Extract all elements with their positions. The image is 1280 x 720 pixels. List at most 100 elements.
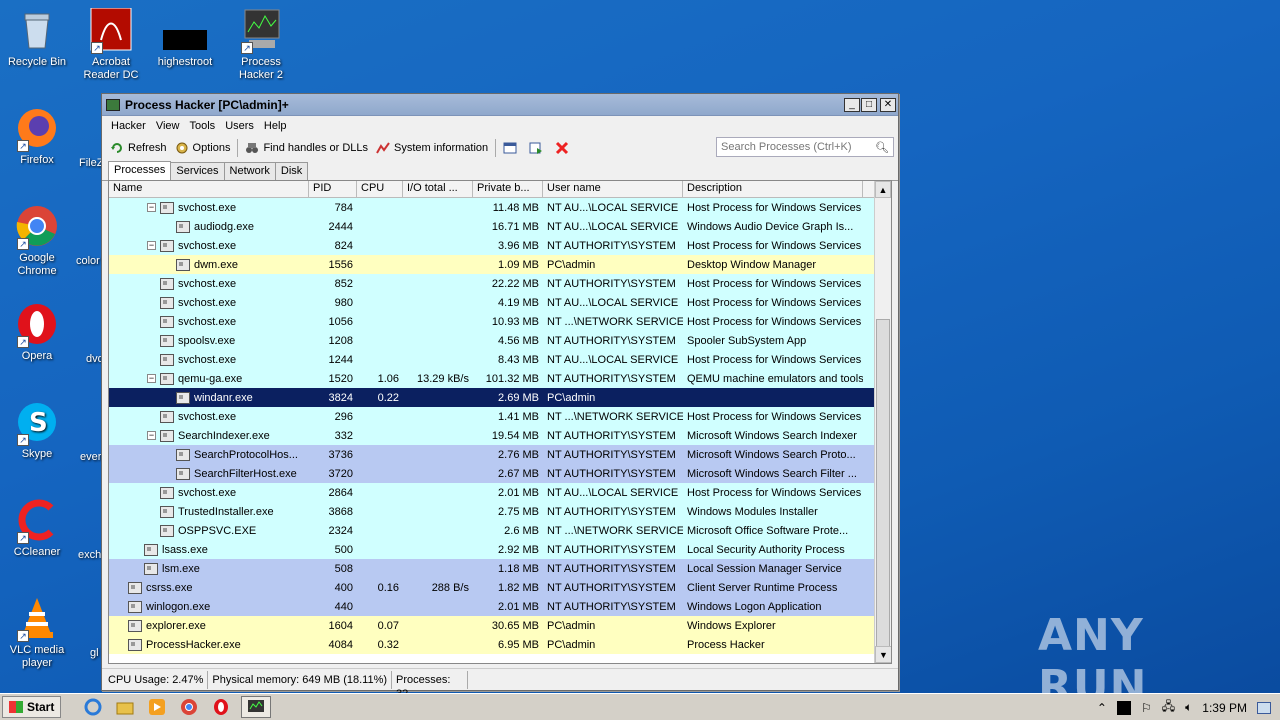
private-bytes-cell: 2.01 MB bbox=[498, 486, 539, 499]
menu-view[interactable]: View bbox=[151, 120, 185, 132]
find-window-button[interactable] bbox=[525, 137, 551, 159]
process-name-cell: − qemu-ga.exe bbox=[109, 372, 309, 385]
table-row[interactable]: − SearchIndexer.exe 332 19.54 MB NT AUTHORIT… bbox=[109, 426, 891, 445]
scrollbar-thumb[interactable] bbox=[876, 319, 890, 647]
desktop-icon-process-hacker[interactable]: ↗ Process Hacker 2 bbox=[224, 8, 298, 82]
tab-network[interactable]: Network bbox=[223, 162, 276, 180]
clock[interactable]: 1:39 PM bbox=[1202, 701, 1247, 715]
table-row[interactable]: svchost.exe 296 1.41 MB NT ...\NETWORK SERV… bbox=[109, 407, 891, 426]
table-row[interactable]: winlogon.exe 440 2.01 MB NT AUTHORITY\SYSTE… bbox=[109, 597, 891, 616]
volume-icon[interactable]: 🔈︎ bbox=[1185, 700, 1192, 715]
maximize-button[interactable]: □ bbox=[861, 97, 877, 112]
tray-expand-icon[interactable]: ⌃ bbox=[1097, 701, 1107, 715]
table-row[interactable]: csrss.exe 400 0.16 288 B/s 1.82 MB NT AUTHORI… bbox=[109, 578, 891, 597]
process-icon bbox=[160, 372, 174, 385]
desktop-icon-opera[interactable]: ↗ Opera bbox=[0, 302, 74, 363]
tray-black-icon[interactable] bbox=[1116, 700, 1131, 715]
table-row[interactable]: dwm.exe 1556 1.09 MB PC\admin Desktop Window… bbox=[109, 255, 891, 274]
start-button[interactable]: Start bbox=[2, 696, 62, 718]
find-window-icon bbox=[529, 141, 543, 155]
tab-services[interactable]: Services bbox=[170, 162, 225, 180]
table-row[interactable]: OSPPSVC.EXE 2324 2.6 MB NT ...\NETWORK SERV… bbox=[109, 521, 891, 540]
menu-tools[interactable]: Tools bbox=[185, 120, 221, 132]
table-row[interactable]: windanr.exe 3824 0.22 2.69 MB PC\admin bbox=[109, 388, 891, 407]
pid-cell: 2324 bbox=[328, 524, 353, 537]
desktop-icon-chrome[interactable]: ↗ Google Chrome bbox=[0, 204, 74, 278]
column-header-name[interactable]: Name bbox=[109, 181, 309, 197]
desktop-icon-highestroot[interactable]: highestroot bbox=[148, 8, 222, 69]
refresh-button[interactable]: Refresh bbox=[106, 137, 171, 159]
column-header-cpu[interactable]: CPU bbox=[357, 181, 403, 197]
expand-collapse-icon[interactable]: − bbox=[147, 431, 156, 440]
expand-collapse-icon[interactable]: − bbox=[147, 203, 156, 212]
opera-taskbar-icon[interactable] bbox=[209, 696, 233, 718]
table-row[interactable]: − svchost.exe 824 3.96 MB NT AUTHORITY\SYSTE… bbox=[109, 236, 891, 255]
desktop-icon-recycle-bin[interactable]: Recycle Bin bbox=[0, 8, 74, 69]
scroll-down-arrow-icon[interactable]: ▼ bbox=[875, 646, 891, 663]
expand-collapse-icon[interactable]: − bbox=[147, 374, 156, 383]
expand-collapse-icon[interactable]: − bbox=[147, 241, 156, 250]
table-row[interactable]: lsm.exe 508 1.18 MB NT AUTHORITY\SYSTEM Loca… bbox=[109, 559, 891, 578]
user-name-cell: NT AU...\LOCAL SERVICE bbox=[547, 353, 679, 366]
tab-processes[interactable]: Processes bbox=[108, 161, 172, 181]
process-name-cell: audiodg.exe bbox=[109, 220, 309, 233]
table-row[interactable]: SearchFilterHost.exe 3720 2.67 MB NT AUTHOR… bbox=[109, 464, 891, 483]
title-bar[interactable]: Process Hacker [PC\admin]+ _ □ ✕ bbox=[102, 94, 898, 116]
process-name: audiodg.exe bbox=[194, 220, 254, 233]
close-button[interactable]: ✕ bbox=[880, 97, 896, 112]
window-icon-button[interactable] bbox=[499, 137, 525, 159]
find-handles-button[interactable]: Find handles or DLLs bbox=[241, 137, 372, 159]
desktop-icon-skype[interactable]: S ↗ Skype bbox=[0, 400, 74, 461]
table-row[interactable]: svchost.exe 852 22.22 MB NT AUTHORITY\SYSTE… bbox=[109, 274, 891, 293]
column-header-user-name[interactable]: User name bbox=[543, 181, 683, 197]
tab-disk[interactable]: Disk bbox=[274, 162, 309, 180]
show-desktop-icon[interactable] bbox=[1257, 701, 1271, 714]
options-button[interactable]: Options bbox=[171, 137, 235, 159]
terminate-button[interactable] bbox=[551, 137, 577, 159]
table-row[interactable]: svchost.exe 980 4.19 MB NT AU...\LOCAL SERV… bbox=[109, 293, 891, 312]
table-row[interactable]: ProcessHacker.exe 4084 0.32 6.95 MB PC\admin… bbox=[109, 635, 891, 654]
table-row[interactable]: svchost.exe 1056 10.93 MB NT ...\NETWORK SE… bbox=[109, 312, 891, 331]
table-row[interactable]: svchost.exe 1244 8.43 MB NT AU...\LOCAL SER… bbox=[109, 350, 891, 369]
table-row[interactable]: − qemu-ga.exe 1520 1.06 13.29 kB/s 101.32 MB N… bbox=[109, 369, 891, 388]
column-header-description[interactable]: Description bbox=[683, 181, 863, 197]
chrome-taskbar-icon[interactable] bbox=[177, 696, 201, 718]
desktop-icon-firefox[interactable]: ↗ Firefox bbox=[0, 106, 74, 167]
menu-help[interactable]: Help bbox=[259, 120, 292, 132]
media-player-icon[interactable] bbox=[145, 696, 169, 718]
column-header-io[interactable]: I/O total ... bbox=[403, 181, 473, 197]
table-row[interactable]: − svchost.exe 784 11.48 MB NT AU...\LOCAL SE… bbox=[109, 198, 891, 217]
process-hacker-taskbar-icon[interactable] bbox=[241, 696, 272, 718]
table-row[interactable]: TrustedInstaller.exe 3868 2.75 MB NT AUTHOR… bbox=[109, 502, 891, 521]
table-row[interactable]: audiodg.exe 2444 16.71 MB NT AU...\LOCAL SE… bbox=[109, 217, 891, 236]
process-icon bbox=[160, 201, 174, 214]
table-row[interactable]: explorer.exe 1604 0.07 30.65 MB PC\admin Wind… bbox=[109, 616, 891, 635]
options-label: Options bbox=[192, 142, 231, 154]
scroll-up-arrow-icon[interactable]: ▲ bbox=[875, 181, 891, 198]
description-cell: Host Process for Windows Services bbox=[687, 296, 862, 309]
action-center-flag-icon[interactable]: ⚐ bbox=[1141, 701, 1152, 715]
column-header-pid[interactable]: PID bbox=[309, 181, 357, 197]
user-name-cell: NT AUTHORITY\SYSTEM bbox=[547, 334, 676, 347]
user-name-cell: NT ...\NETWORK SERVICE bbox=[547, 410, 683, 423]
menu-hacker[interactable]: Hacker bbox=[106, 120, 151, 132]
table-row[interactable]: svchost.exe 2864 2.01 MB NT AU...\LOCAL SER… bbox=[109, 483, 891, 502]
column-header-private-bytes[interactable]: Private b... bbox=[473, 181, 543, 197]
ie-icon[interactable] bbox=[81, 696, 105, 718]
desktop-icon-vlc[interactable]: ↗ VLC media player bbox=[0, 596, 74, 670]
minimize-button[interactable]: _ bbox=[844, 97, 860, 112]
menu-users[interactable]: Users bbox=[220, 120, 259, 132]
desktop-icon-ccleaner[interactable]: ↗ CCleaner bbox=[0, 498, 74, 559]
table-row[interactable]: lsass.exe 500 2.92 MB NT AUTHORITY\SYSTEM Lo… bbox=[109, 540, 891, 559]
system-information-button[interactable]: System information bbox=[372, 137, 492, 159]
desktop-icon-acrobat[interactable]: ↗ Acrobat Reader DC bbox=[74, 7, 148, 82]
desktop-icon-label: Skype bbox=[21, 448, 53, 460]
search-input[interactable]: Search Processes (Ctrl+K) 🔍︎ bbox=[716, 137, 894, 157]
network-icon[interactable]: 🖧︎ bbox=[1162, 697, 1175, 718]
table-row[interactable]: spoolsv.exe 1208 4.56 MB NT AUTHORITY\SYSTE… bbox=[109, 331, 891, 350]
pid-cell: 852 bbox=[334, 277, 353, 290]
vertical-scrollbar[interactable]: ▲ ▼ bbox=[874, 181, 891, 663]
table-row[interactable]: SearchProtocolHos... 3736 2.76 MB NT AUTHOR… bbox=[109, 445, 891, 464]
process-name: svchost.exe bbox=[178, 486, 237, 499]
folder-icon[interactable] bbox=[113, 696, 137, 718]
